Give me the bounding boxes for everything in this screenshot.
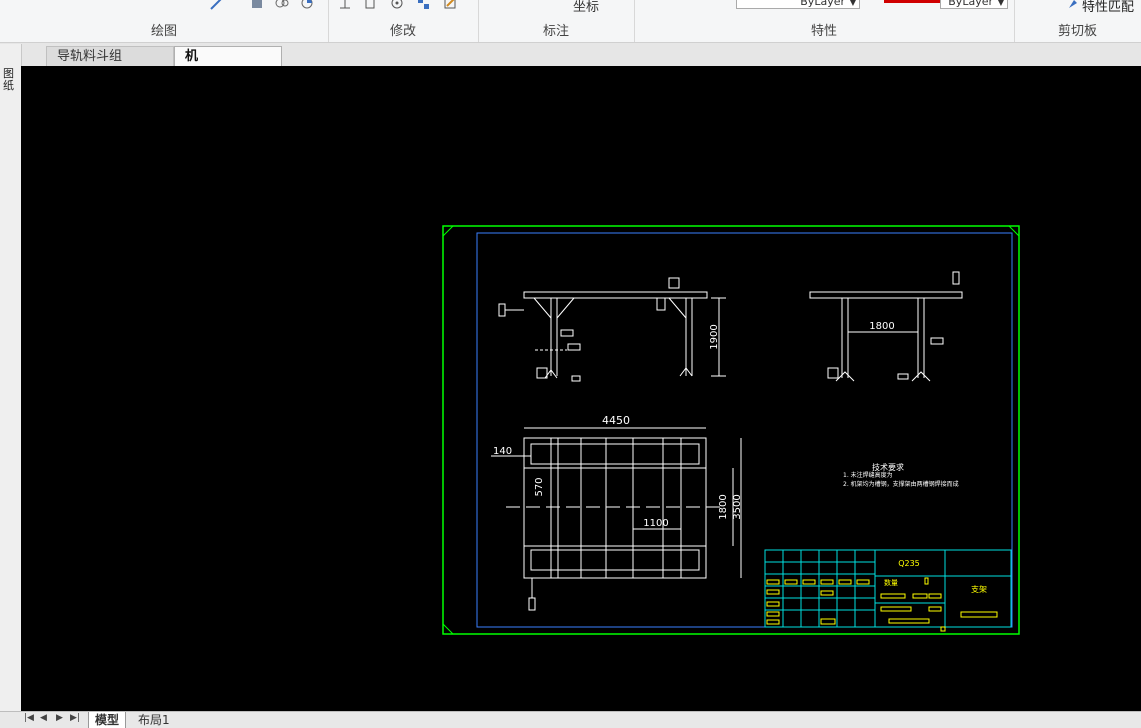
chevron-down-icon: ▼ — [997, 0, 1004, 7]
ribbon: 绘图 修改 坐标 标注 ByLayer ▼ ByLayer ▼ 特性 特性匹配 剪切… — [0, 0, 1141, 43]
modify-group: 修改 — [328, 0, 479, 42]
copy-icon[interactable] — [363, 0, 377, 10]
document-tab-bar: 导轨料斗组装.dwg 机架.dwg*✕ — [0, 43, 1141, 84]
tab-label: 模型 — [95, 713, 120, 727]
dim-plan-1100: 1100 — [643, 518, 668, 529]
next-layout-icon[interactable]: ▶ — [56, 713, 63, 723]
tech-requirement-line-1: 1. 未注焊缝高度为 — [843, 471, 893, 479]
dim-plan-570: 570 — [534, 477, 545, 496]
draw-group: 绘图 — [0, 0, 329, 42]
dim-front-height: 1900 — [709, 324, 720, 349]
first-layout-icon[interactable]: |◀ — [24, 713, 34, 723]
title-block-name: 支架 — [971, 584, 987, 594]
line-tool-icon[interactable] — [210, 0, 224, 10]
layout-tab-bar: |◀ ◀ ▶ ▶| 模型 布局1 — [0, 711, 1141, 728]
title-block-qty-label: 数量 — [884, 578, 898, 587]
last-layout-icon[interactable]: ▶| — [70, 713, 80, 723]
tech-requirements-title: 技术要求 — [872, 462, 904, 472]
match-properties-icon[interactable] — [1066, 0, 1080, 10]
modify-group-label: 修改 — [389, 24, 416, 39]
pie-icon[interactable] — [300, 0, 314, 10]
layer-combo[interactable]: ByLayer ▼ — [736, 0, 860, 9]
drawing-svg: 1900 1800 4450 140 570 1100 1800 3500 技术… — [442, 225, 1020, 635]
tab-layout1[interactable]: 布局1 — [132, 712, 176, 728]
properties-group: ByLayer ▼ ByLayer ▼ 特性 — [634, 0, 1015, 42]
tech-requirement-line-2: 2. 机架均为槽钢，支撑架由两槽钢焊接而成 — [843, 480, 959, 488]
sheet-frame — [442, 225, 1020, 635]
array-icon[interactable] — [416, 0, 430, 10]
prev-layout-icon[interactable]: ◀ — [40, 713, 47, 723]
properties-group-label: 特性 — [810, 24, 837, 39]
clipboard-group: 特性匹配 剪切板 — [1014, 0, 1141, 42]
grip-handle[interactable] — [940, 626, 946, 632]
tab-model[interactable]: 模型 — [88, 712, 127, 728]
coordinate-button[interactable]: 坐标 — [573, 0, 599, 15]
clipboard-group-label: 剪切板 — [1057, 24, 1097, 39]
draw-group-label: 绘图 — [150, 24, 177, 39]
linetype-combo[interactable]: ByLayer ▼ — [940, 0, 1008, 9]
drawing-canvas[interactable]: 1900 1800 4450 140 570 1100 1800 3500 技术… — [21, 66, 1141, 711]
tab-frame[interactable]: 机架.dwg*✕ — [174, 46, 282, 84]
edit-icon[interactable] — [443, 0, 457, 10]
color-swatch[interactable] — [884, 0, 940, 3]
sheet-panel-label[interactable]: 图纸 — [3, 68, 17, 92]
front-elevation — [498, 277, 726, 382]
title-block-material: Q235 — [898, 559, 920, 568]
tab-rail-hopper-assembly[interactable]: 导轨料斗组装.dwg — [46, 46, 174, 84]
annotate-group-label: 标注 — [542, 24, 569, 39]
dim-plan-left: 140 — [493, 446, 512, 457]
annotate-group: 坐标 标注 — [478, 0, 635, 42]
rotate-icon[interactable] — [390, 0, 404, 10]
dim-side-span: 1800 — [869, 321, 894, 332]
match-properties-button[interactable]: 特性匹配 — [1082, 0, 1134, 15]
move-icon[interactable] — [338, 0, 352, 10]
plan-view — [491, 427, 742, 611]
region-icon[interactable] — [275, 0, 289, 10]
dim-plan-1800: 1800 — [718, 494, 729, 519]
frame-corners — [442, 225, 1020, 635]
tab-label: 布局1 — [138, 713, 170, 727]
chevron-down-icon: ▼ — [849, 0, 856, 7]
dim-plan-3500: 3500 — [732, 494, 743, 519]
layer-combo-value: ByLayer — [800, 0, 845, 8]
linetype-combo-value: ByLayer — [948, 0, 993, 8]
left-sidebar: 图纸 — [0, 44, 22, 711]
hatch-icon[interactable] — [250, 0, 264, 10]
dim-plan-width: 4450 — [602, 414, 630, 427]
